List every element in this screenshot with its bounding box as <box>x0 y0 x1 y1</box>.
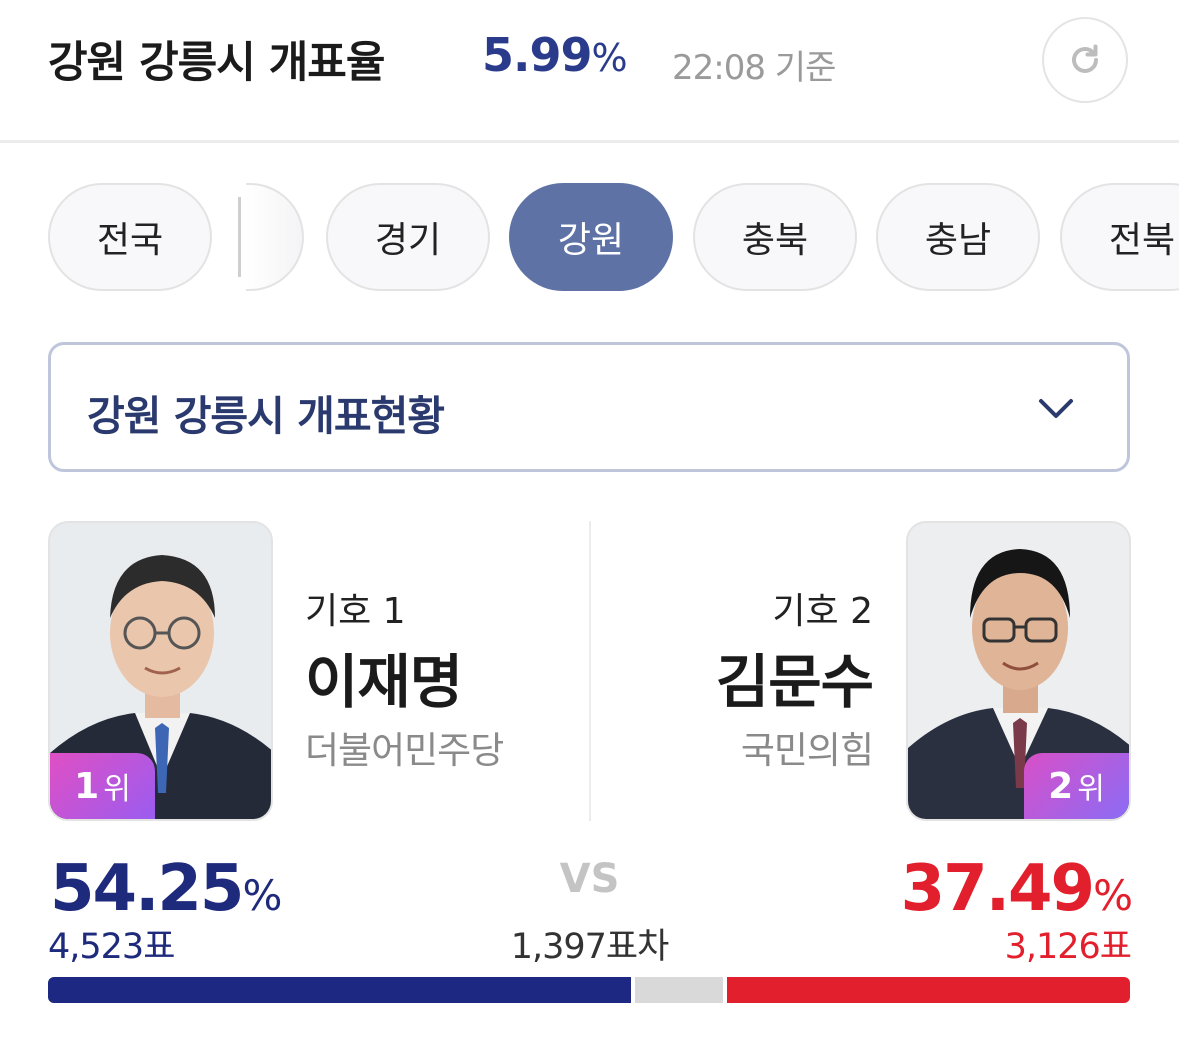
candidate-2-party: 국민의힘 <box>740 729 874 772</box>
candidate-2-number: 기호 2 <box>772 591 873 632</box>
rank-badge-1-unit: 위 <box>103 772 131 807</box>
candidate-1-photo: 1위 <box>48 521 273 821</box>
tab-nationwide[interactable]: 전국 <box>48 183 212 291</box>
candidate-2-votes: 3,126표 <box>1004 927 1132 967</box>
count-rate: 5.99% <box>482 28 628 82</box>
candidate-2-percent-unit: % <box>1093 871 1133 920</box>
candidate-1-name: 이재명 <box>305 648 463 716</box>
region-dropdown-label: 강원 강릉시 개표현황 <box>87 392 445 440</box>
rank-badge-2-unit: 위 <box>1077 772 1105 807</box>
candidate-1-party: 더불어민주당 <box>305 729 504 772</box>
vote-share-bar-candidate-1 <box>48 977 631 1003</box>
rank-badge-1: 1위 <box>50 753 155 819</box>
tab-gangwon[interactable]: 강원 <box>509 183 673 291</box>
refresh-button[interactable] <box>1042 17 1128 103</box>
candidate-2-photo: 2위 <box>906 521 1131 821</box>
vote-share-bar-others <box>634 977 724 1003</box>
count-rate-unit: % <box>591 36 628 80</box>
header: 강원 강릉시 개표율 5.99% 22:08 기준 <box>0 0 1179 143</box>
tab-scroll-fade <box>246 183 304 291</box>
rank-badge-2: 2위 <box>1024 753 1129 819</box>
candidate-divider <box>589 521 591 821</box>
candidate-2-name: 김문수 <box>715 648 874 716</box>
candidate-1-number: 기호 1 <box>305 591 406 632</box>
rank-badge-1-num: 1 <box>74 765 100 807</box>
vote-share-bar-candidate-2 <box>727 977 1130 1003</box>
region-dropdown[interactable]: 강원 강릉시 개표현황 <box>48 342 1130 472</box>
rank-badge-2-num: 2 <box>1048 765 1074 807</box>
chevron-down-icon <box>1039 399 1073 418</box>
count-rate-value: 5.99 <box>482 28 592 82</box>
tab-chungnam[interactable]: 충남 <box>876 183 1040 291</box>
candidate-2-percent: 37.49% <box>900 852 1133 926</box>
tab-jeonbuk[interactable]: 전북 <box>1060 183 1179 291</box>
update-time: 22:08 기준 <box>672 48 836 88</box>
vote-share-bar <box>48 977 1130 1003</box>
tab-chungbuk[interactable]: 충북 <box>693 183 857 291</box>
tab-gyeonggi[interactable]: 경기 <box>326 183 490 291</box>
tab-divider <box>238 197 241 277</box>
candidate-2-percent-value: 37.49 <box>900 852 1095 926</box>
page-title: 강원 강릉시 개표율 <box>48 38 385 88</box>
refresh-icon <box>1072 44 1098 73</box>
region-tabs: 전국 경기 강원 충북 충남 전북 <box>0 183 1179 293</box>
